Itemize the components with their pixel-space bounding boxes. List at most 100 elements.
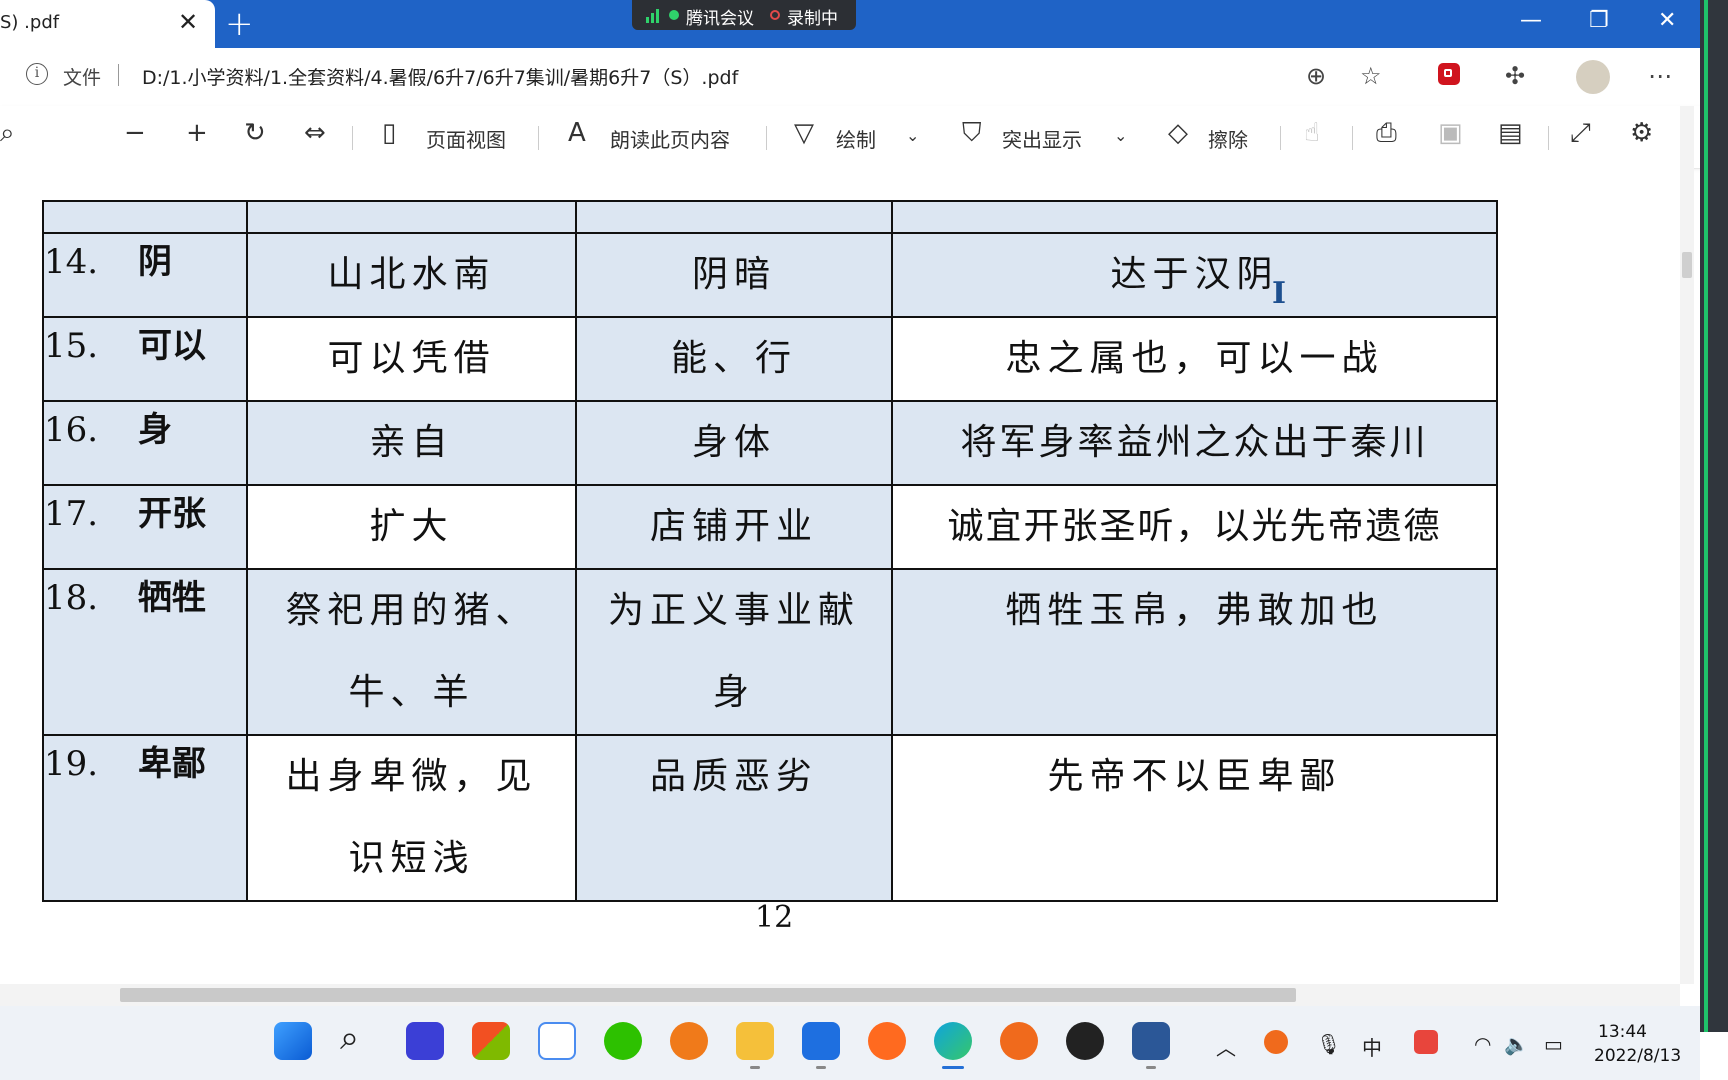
edge-icon[interactable] — [934, 1022, 972, 1060]
save-icon: ▣ — [1438, 118, 1463, 148]
vertical-scroll-thumb[interactable] — [1682, 252, 1692, 278]
store-icon[interactable] — [472, 1022, 510, 1060]
highlight-button[interactable]: 突出显示 — [1002, 124, 1082, 153]
file-explorer-icon[interactable] — [736, 1022, 774, 1060]
new-tab-icon[interactable]: + — [225, 4, 254, 44]
tray-chevron-icon[interactable]: ︿ — [1216, 1032, 1236, 1061]
fit-width-icon[interactable]: ⇔ — [304, 118, 326, 148]
meeting-status-bar[interactable]: 腾讯会议 录制中 — [632, 0, 856, 30]
extensions-puzzle-icon[interactable]: ✣ — [1505, 62, 1525, 90]
meaning-2-line-1: 为正义事业献 — [607, 590, 860, 631]
meaning-1-line-1: 祭祀用的猪、 — [285, 590, 538, 631]
page-view-icon[interactable]: ▯ — [382, 118, 396, 148]
example-sentence: 诚宜开张圣听，以光先帝遗德 — [947, 506, 1442, 547]
battery-icon[interactable]: ▭ — [1544, 1032, 1563, 1056]
print-icon[interactable]: ⎙ — [1376, 118, 1397, 149]
highlight-dropdown-icon[interactable]: ⌄ — [1114, 126, 1127, 145]
zoom-out-icon[interactable]: − — [124, 118, 146, 148]
ime-indicator[interactable]: 中 — [1362, 1032, 1382, 1061]
running-indicator — [750, 1066, 760, 1069]
active-indicator — [942, 1066, 964, 1069]
tab-close-icon[interactable]: ✕ — [178, 8, 198, 36]
wifi-icon[interactable]: ◠ — [1474, 1032, 1491, 1056]
rotate-icon[interactable]: ↻ — [244, 118, 266, 148]
term: 牺牲 — [138, 578, 206, 618]
clock-date[interactable]: 2022/8/13 — [1594, 1046, 1681, 1066]
signal-icon — [646, 9, 662, 23]
extension-icon[interactable] — [1438, 63, 1460, 85]
app-icon-cloud[interactable] — [538, 1022, 576, 1060]
table-row: 19. 卑鄙 出身卑微，见 识短浅 品质恶劣 先帝不以臣卑鄙 — [42, 734, 1498, 902]
draw-button[interactable]: 绘制 — [836, 124, 876, 153]
row-number: 18. — [44, 578, 99, 618]
browser-tab[interactable]: S) .pdf ✕ — [0, 0, 215, 48]
row-number: 19. — [44, 744, 99, 784]
erase-button[interactable]: 擦除 — [1208, 124, 1248, 153]
term: 阴 — [138, 242, 172, 282]
firefox-icon[interactable] — [868, 1022, 906, 1060]
start-icon[interactable] — [274, 1022, 312, 1060]
read-aloud-icon[interactable]: A — [568, 118, 586, 148]
term: 开张 — [138, 494, 206, 534]
tab-title: S) .pdf — [0, 12, 60, 33]
favorite-add-icon[interactable]: ☆ — [1360, 62, 1382, 90]
meeting-app-name: 腾讯会议 — [686, 9, 754, 29]
minimize-icon[interactable]: — — [1520, 8, 1542, 33]
settings-gear-icon[interactable]: ⚙ — [1630, 118, 1653, 148]
page-view-button[interactable]: 页面视图 — [426, 124, 506, 153]
microphone-icon[interactable]: 🎙 — [1316, 1032, 1341, 1056]
browser-title-bar — [0, 0, 1728, 48]
volume-icon[interactable]: 🔈 — [1504, 1032, 1529, 1056]
row-number: 15. — [44, 326, 99, 366]
zoom-icon[interactable]: ⊕ — [1306, 62, 1326, 90]
draw-icon[interactable]: ▽ — [794, 118, 814, 148]
table-row: 17. 开张 扩大 店铺开业 诚宜开张圣听，以光先帝遗德 — [42, 484, 1498, 570]
row-number: 16. — [44, 410, 99, 450]
live-dot-icon — [669, 10, 679, 20]
window-close-icon[interactable]: ✕ — [1658, 8, 1676, 33]
sogou-icon[interactable] — [1414, 1030, 1438, 1054]
search-icon[interactable]: ⌕ — [0, 118, 15, 149]
restore-icon[interactable]: ❐ — [1589, 8, 1609, 33]
meaning-1: 山北水南 — [327, 254, 496, 295]
example-sentence: 将军身率益州之众出于秦川 — [960, 422, 1429, 463]
more-menu-icon[interactable]: ⋯ — [1648, 62, 1672, 90]
clock-time[interactable]: 13:44 — [1598, 1022, 1647, 1042]
toolbar-divider — [1548, 126, 1549, 150]
search-app-icon[interactable] — [670, 1022, 708, 1060]
toolbar-divider — [1280, 126, 1281, 150]
search-taskbar-icon[interactable]: ⌕ — [340, 1018, 359, 1058]
vertical-scrollbar[interactable] — [1680, 106, 1694, 984]
toolbar-divider — [766, 126, 767, 150]
zoom-in-icon[interactable]: + — [186, 118, 208, 148]
pdf-page: 14. 阴 山北水南 阴暗 达于汉阴 15. 可以 可以凭借 能、行 忠之属也，可以… — [0, 168, 1680, 984]
highlight-icon[interactable]: ⛉ — [962, 118, 982, 149]
wechat-icon[interactable] — [604, 1022, 642, 1060]
row-number: 14. — [44, 242, 99, 282]
app-icon-h[interactable] — [1000, 1022, 1038, 1060]
tray-app-icon[interactable] — [1264, 1030, 1288, 1054]
fullscreen-icon[interactable]: ⤢ — [1570, 118, 1591, 149]
save-as-icon[interactable]: ▤ — [1498, 118, 1523, 148]
profile-avatar[interactable] — [1576, 60, 1610, 94]
app-icon-ai[interactable] — [406, 1022, 444, 1060]
read-aloud-button[interactable]: 朗读此页内容 — [610, 124, 730, 153]
term: 身 — [138, 410, 172, 450]
info-icon[interactable]: i — [26, 63, 48, 85]
running-indicator — [816, 1066, 826, 1069]
horizontal-scroll-thumb[interactable] — [120, 988, 1296, 1002]
example-sentence: 忠之属也，可以一战 — [1005, 338, 1384, 379]
meeting-app-icon[interactable] — [802, 1022, 840, 1060]
page-number: 12 — [755, 900, 794, 935]
word-icon[interactable] — [1132, 1022, 1170, 1060]
text-cursor-icon: I — [1272, 276, 1287, 311]
meaning-1: 亲自 — [369, 422, 454, 463]
url-field[interactable]: D:/1.小学资料/1.全套资料/4.暑假/6升7/6升7集训/暑期6升7（S）… — [142, 63, 738, 90]
eraser-icon[interactable]: ◇ — [1168, 118, 1188, 148]
row-number: 17. — [44, 494, 99, 534]
qq-icon[interactable] — [1066, 1022, 1104, 1060]
term: 卑鄙 — [138, 744, 206, 784]
meaning-2: 品质恶劣 — [649, 756, 818, 797]
draw-dropdown-icon[interactable]: ⌄ — [906, 126, 919, 145]
meaning-2-line-2: 身 — [712, 672, 755, 713]
